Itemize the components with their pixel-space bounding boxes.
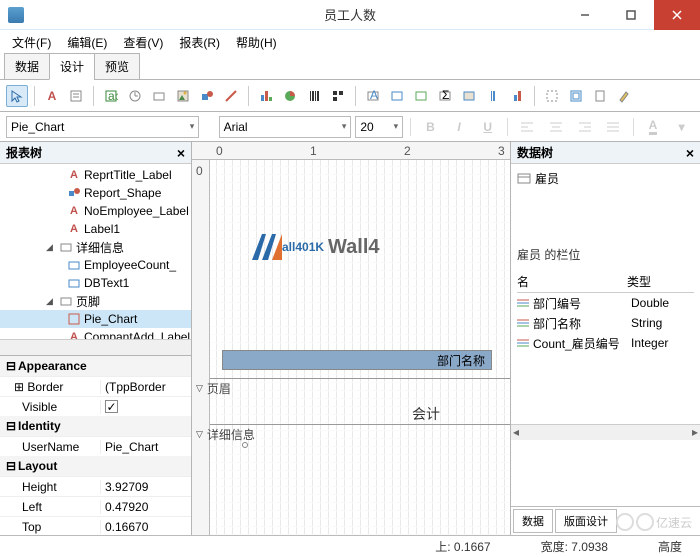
- main-tabs: 数据 设计 预览: [0, 54, 700, 80]
- design-canvas[interactable]: 0 1 2 3 0 all401K Wall4 部门名称 ▽页眉 会计 ▽详细信…: [192, 142, 510, 535]
- format-bar: Pie_Chart▾ Arial▾ 20▾ B I U A ▾: [0, 112, 700, 142]
- maximize-button[interactable]: [608, 0, 654, 30]
- band-detail[interactable]: ▽详细信息: [196, 426, 255, 443]
- underline-button[interactable]: U: [475, 116, 500, 138]
- pie-tool-icon[interactable]: [279, 85, 301, 107]
- window-title: 员工人数: [324, 5, 376, 24]
- tab-bottom-data[interactable]: 数据: [513, 509, 553, 533]
- menu-edit[interactable]: 编辑(E): [59, 32, 115, 53]
- field-row[interactable]: Count_雇员编号Integer: [517, 333, 694, 353]
- line-tool-icon[interactable]: [220, 85, 242, 107]
- fontsize-combo[interactable]: 20▾: [355, 116, 403, 138]
- status-top: 上: 0.1667: [435, 538, 490, 555]
- dbtext-tool-icon[interactable]: A: [362, 85, 384, 107]
- tab-data[interactable]: 数据: [4, 53, 50, 80]
- report-tree[interactable]: ReprtTitle_Label Report_Shape NoEmployee…: [0, 164, 191, 339]
- paintbox-tool-icon[interactable]: [613, 85, 635, 107]
- region-tool-icon[interactable]: [541, 85, 563, 107]
- tab-bottom-layout[interactable]: 版面设计: [555, 509, 617, 533]
- bottom-tabs: 数据 版面设计: [511, 506, 700, 535]
- vertical-ruler: 0: [192, 160, 210, 535]
- svg-text:Σ: Σ: [442, 89, 449, 102]
- variable-tool-icon[interactable]: [148, 85, 170, 107]
- dbimage-tool-icon[interactable]: [458, 85, 480, 107]
- toolbar: A ab A Σ: [0, 80, 700, 112]
- tree-node: DBText1: [0, 274, 191, 292]
- tab-preview[interactable]: 预览: [94, 53, 140, 80]
- calc-label[interactable]: 会计: [412, 404, 440, 424]
- tree-node-footer[interactable]: ◢页脚: [0, 292, 191, 310]
- property-grid[interactable]: ⊟Appearance ⊞ Border(TppBorder Visible✓ …: [0, 355, 191, 535]
- dbmemo-tool-icon[interactable]: [386, 85, 408, 107]
- statusbar: 上: 0.1667 宽度: 7.0938 高度: [0, 535, 700, 557]
- label-tool-icon[interactable]: A: [41, 85, 63, 107]
- shape-tool-icon[interactable]: [196, 85, 218, 107]
- menu-file[interactable]: 文件(F): [4, 32, 59, 53]
- sysvar-tool-icon[interactable]: [124, 85, 146, 107]
- pagebreak-tool-icon[interactable]: [589, 85, 611, 107]
- data-tree-header: 数据树 ×: [511, 142, 700, 164]
- align-justify-icon[interactable]: [601, 116, 626, 138]
- tree-node-piechart[interactable]: Pie_Chart: [0, 310, 191, 328]
- tree-node: EmployeeCount_: [0, 256, 191, 274]
- menu-report[interactable]: 报表(R): [171, 32, 228, 53]
- app-icon: [8, 7, 24, 23]
- data-pipe[interactable]: 雇员: [517, 168, 694, 188]
- tree-node: ReprtTitle_Label: [0, 166, 191, 184]
- field-row[interactable]: 部门名称String: [517, 313, 694, 333]
- left-panel: 报表树 × ReprtTitle_Label Report_Shape NoEm…: [0, 142, 192, 535]
- qrcode-tool-icon[interactable]: [327, 85, 349, 107]
- band-marker: [242, 442, 248, 448]
- visible-checkbox[interactable]: ✓: [105, 400, 118, 413]
- logo-image[interactable]: all401K Wall4: [252, 230, 380, 264]
- status-height: 高度: [658, 538, 682, 555]
- svg-text:ab: ab: [108, 89, 118, 103]
- svg-text:A: A: [370, 89, 378, 102]
- field-row[interactable]: 部门编号Double: [517, 293, 694, 313]
- fields-title: 雇员 的栏位: [511, 242, 700, 267]
- menu-view[interactable]: 查看(V): [115, 32, 171, 53]
- report-tree-header: 报表树 ×: [0, 142, 191, 164]
- tree-scrollbar[interactable]: [0, 339, 191, 355]
- close-button[interactable]: [654, 0, 700, 30]
- dbcalc-tool-icon[interactable]: Σ: [434, 85, 456, 107]
- barcode-tool-icon[interactable]: [303, 85, 325, 107]
- bold-button[interactable]: B: [418, 116, 443, 138]
- horizontal-ruler: 0 1 2 3: [192, 142, 510, 160]
- tab-design[interactable]: 设计: [49, 53, 95, 80]
- tree-node: Report_Shape: [0, 184, 191, 202]
- status-width: 宽度: 7.0938: [541, 538, 608, 555]
- tree-node-detail[interactable]: ◢详细信息: [0, 238, 191, 256]
- tree-node: CompantAdd_Label: [0, 328, 191, 339]
- object-combo[interactable]: Pie_Chart▾: [6, 116, 199, 138]
- minimize-button[interactable]: [562, 0, 608, 30]
- titlebar: 员工人数: [0, 0, 700, 30]
- right-panel: 数据树 × 雇员 雇员 的栏位 名类型 部门编号Double 部门名称Strin…: [510, 142, 700, 535]
- italic-button[interactable]: I: [447, 116, 472, 138]
- dropdown-icon[interactable]: ▾: [669, 116, 694, 138]
- right-scrollbar[interactable]: ◂▸: [511, 424, 700, 440]
- pie-chart-object[interactable]: 部门名称: [222, 350, 492, 370]
- tree-node: NoEmployee_Label: [0, 202, 191, 220]
- dbbarcode-tool-icon[interactable]: [482, 85, 504, 107]
- memo-tool-icon[interactable]: [65, 85, 87, 107]
- select-tool-icon[interactable]: [6, 85, 28, 107]
- chart-tool-icon[interactable]: [255, 85, 277, 107]
- dbchart-tool-icon[interactable]: [506, 85, 528, 107]
- subreport-tool-icon[interactable]: [565, 85, 587, 107]
- panel-close-icon[interactable]: ×: [177, 145, 185, 161]
- dbrichtext-tool-icon[interactable]: [410, 85, 432, 107]
- align-center-icon[interactable]: [544, 116, 569, 138]
- align-right-icon[interactable]: [572, 116, 597, 138]
- panel-close-icon[interactable]: ×: [686, 145, 694, 161]
- tree-node: Label1: [0, 220, 191, 238]
- menu-help[interactable]: 帮助(H): [228, 32, 285, 53]
- font-color-icon[interactable]: A: [641, 116, 666, 138]
- menubar: 文件(F) 编辑(E) 查看(V) 报表(R) 帮助(H): [0, 30, 700, 54]
- image-tool-icon[interactable]: [172, 85, 194, 107]
- font-combo[interactable]: Arial▾: [219, 116, 352, 138]
- richtext-tool-icon[interactable]: ab: [100, 85, 122, 107]
- band-header[interactable]: ▽页眉: [196, 380, 231, 397]
- align-left-icon[interactable]: [515, 116, 540, 138]
